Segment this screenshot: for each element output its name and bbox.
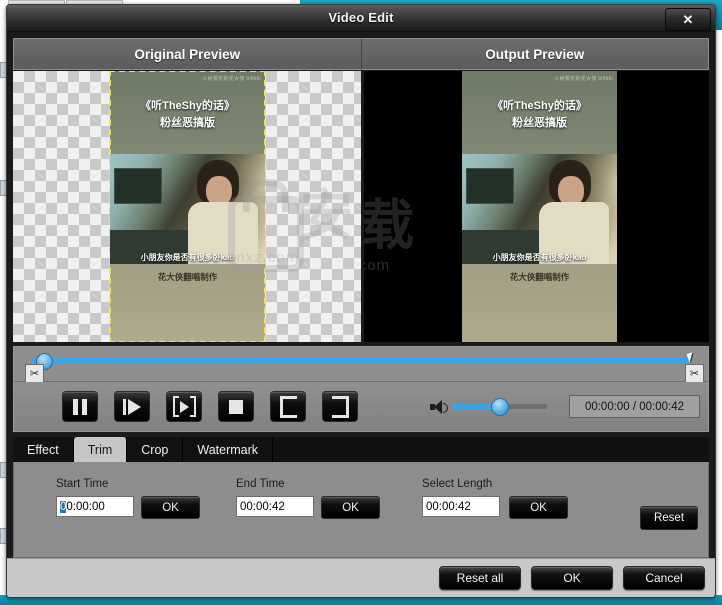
output-video-title-line-2: 粉丝恶搞版 — [511, 117, 567, 129]
play-button[interactable] — [114, 391, 150, 422]
trim-tab-content: Start Time 0 0:00:00 OK End Time 00:00:42… — [13, 462, 709, 558]
timeline-scrubber[interactable]: ✂ ✂ — [14, 347, 708, 383]
output-watermark-glyph: 下载 — [363, 196, 414, 256]
output-photo-region — [461, 154, 617, 264]
start-time-label: Start Time — [56, 478, 109, 490]
reset-all-button[interactable]: Reset all — [439, 566, 521, 590]
tab-watermark[interactable]: Watermark — [183, 437, 274, 462]
select-length-label: Select Length — [422, 478, 493, 490]
trim-start-scissors-icon[interactable]: ✂ — [25, 364, 44, 383]
video-title-line-2: 粉丝恶搞版 — [160, 117, 215, 129]
dialog-footer: Reset all OK Cancel — [7, 558, 715, 597]
original-preview-pane[interactable]: 火树银花的花大侠 bilibili 《听TheShy的话》 粉丝恶搞版 小朋友你… — [13, 71, 361, 342]
speaker-icon[interactable] — [430, 399, 448, 414]
output-video-frame: 火树银花的花大侠 bilibili 《听TheShy的话》 粉丝恶搞版 小朋友你… — [461, 71, 617, 342]
output-preview-pane[interactable]: 火树银花的花大侠 bilibili 《听TheShy的话》 粉丝恶搞版 小朋友你… — [363, 71, 709, 342]
playback-controls: ✂ ✂ 00:00:00 / 00:00:42 — [13, 346, 709, 432]
play-frame-icon — [172, 396, 196, 417]
video-credit: 花大侠翻唱制作 — [157, 272, 218, 282]
end-time-ok-button[interactable]: OK — [321, 496, 380, 519]
tab-effect[interactable]: Effect — [13, 437, 74, 462]
output-video-credit: 花大侠翻唱制作 — [509, 272, 570, 282]
output-video-brand-watermark: 火树银花的花大侠 bilibili — [554, 76, 613, 82]
output-photo-monitor — [465, 168, 514, 204]
dialog-body: Original Preview Output Preview 火树银花的花大侠… — [7, 32, 715, 558]
tab-trim[interactable]: Trim — [73, 437, 128, 462]
output-video-title-overlay: 《听TheShy的话》 粉丝恶搞版 — [462, 98, 617, 132]
close-icon[interactable]: ✕ — [665, 8, 711, 31]
cancel-button[interactable]: Cancel — [623, 566, 705, 590]
bracket-left-icon — [279, 395, 297, 418]
set-end-button[interactable] — [322, 391, 358, 422]
page-title: Video Edit — [328, 10, 394, 25]
output-video-title-line-1: 《听TheShy的话》 — [492, 100, 587, 112]
start-time-rest: 0:00:00 — [66, 500, 105, 513]
start-time-ok-button[interactable]: OK — [141, 496, 200, 519]
reset-button[interactable]: Reset — [640, 506, 698, 530]
tab-original-preview[interactable]: Original Preview — [14, 39, 361, 69]
photo-monitor — [114, 168, 162, 204]
site-watermark-glyph: 安 — [299, 186, 353, 246]
pause-button[interactable] — [62, 391, 98, 422]
volume-control[interactable] — [430, 398, 547, 416]
original-video-frame: 火树银花的花大侠 bilibili 《听TheShy的话》 粉丝恶搞版 小朋友你… — [109, 71, 266, 342]
video-title-line-1: 《听TheShy的话》 — [140, 100, 235, 112]
volume-slider-track[interactable] — [452, 398, 547, 416]
end-time-input[interactable]: 00:00:42 — [236, 496, 314, 517]
output-watermark-text: anxz.com — [364, 257, 391, 274]
timeline-track[interactable] — [32, 358, 690, 363]
edit-tab-strip: Effect Trim Crop Watermark — [13, 437, 709, 462]
play-next-button[interactable] — [166, 391, 202, 422]
end-time-label: End Time — [236, 478, 285, 490]
transport-bar: 00:00:00 / 00:00:42 — [14, 382, 708, 431]
pause-icon — [73, 398, 87, 415]
time-display: 00:00:00 / 00:00:42 — [569, 395, 700, 418]
preview-area: 火树银花的花大侠 bilibili 《听TheShy的话》 粉丝恶搞版 小朋友你… — [13, 71, 709, 342]
video-title-overlay: 《听TheShy的话》 粉丝恶搞版 — [110, 98, 265, 132]
output-video-subtitle: 小朋友你是否有很多卧kao — [492, 253, 587, 262]
select-length-ok-button[interactable]: OK — [509, 496, 568, 519]
ok-button[interactable]: OK — [531, 566, 613, 590]
set-start-button[interactable] — [270, 391, 306, 422]
tab-output-preview[interactable]: Output Preview — [360, 39, 708, 69]
bracket-right-icon — [331, 395, 349, 418]
play-icon — [123, 398, 141, 415]
volume-slider-handle[interactable] — [490, 398, 509, 416]
start-time-input[interactable]: 0 0:00:00 — [56, 496, 134, 517]
video-edit-dialog: Video Edit ✕ Original Preview Output Pre… — [6, 4, 716, 598]
video-brand-watermark: 火树银花的花大侠 bilibili — [202, 76, 261, 82]
video-photo-region — [110, 154, 265, 264]
edit-tab-panel: Effect Trim Crop Watermark Start Time 00… — [13, 437, 709, 558]
select-length-input[interactable]: 00:00:42 — [422, 496, 500, 517]
video-subtitle: 小朋友你是否有很多卧kao — [140, 253, 235, 262]
stop-button[interactable] — [218, 391, 254, 422]
stop-icon — [229, 399, 243, 414]
title-bar[interactable]: Video Edit ✕ — [7, 5, 715, 32]
preview-tab-strip: Original Preview Output Preview — [13, 38, 709, 70]
tab-crop[interactable]: Crop — [127, 437, 184, 462]
trim-end-scissors-icon[interactable]: ✂ — [685, 364, 704, 383]
